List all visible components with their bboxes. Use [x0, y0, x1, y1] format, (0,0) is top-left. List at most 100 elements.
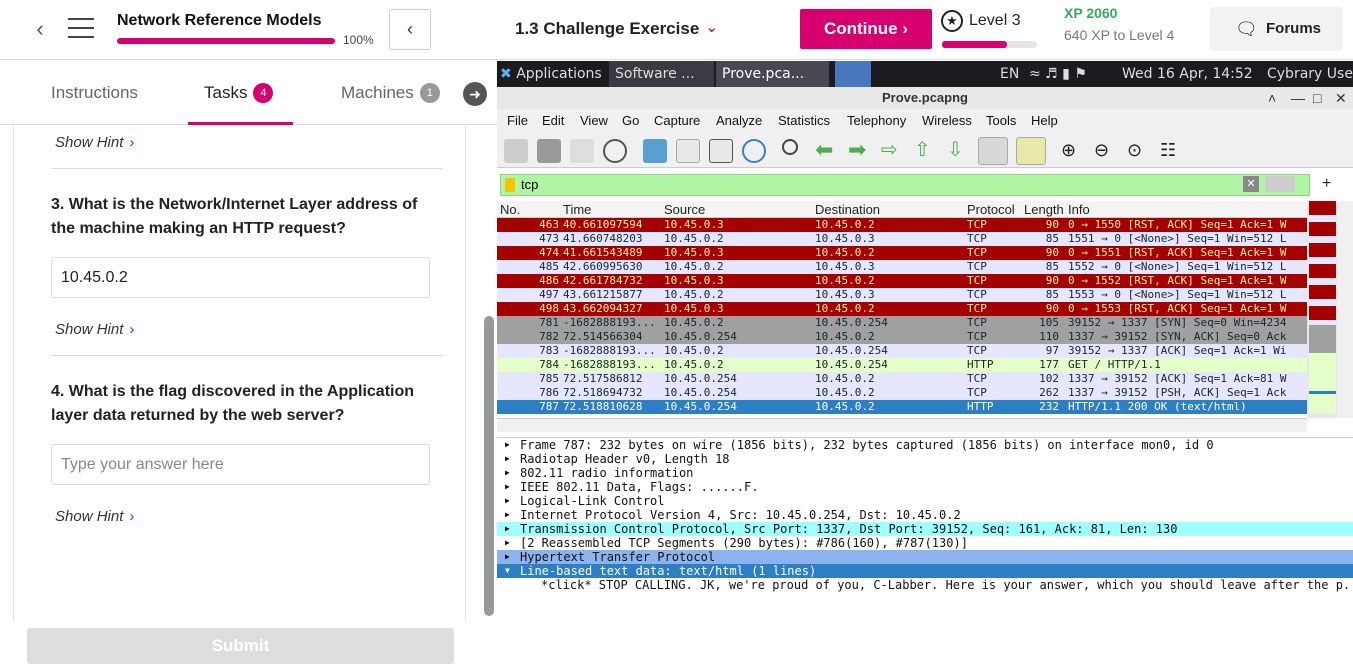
- close-icon[interactable]: ✕: [1335, 87, 1347, 109]
- stop-capture-icon[interactable]: [537, 139, 561, 163]
- collapsed-arrow-icon[interactable]: ▶: [505, 550, 510, 564]
- tab-instructions[interactable]: Instructions: [51, 61, 138, 125]
- minimize-icon[interactable]: —: [1291, 87, 1305, 109]
- go-back-icon[interactable]: ⬅: [815, 139, 839, 163]
- packet-row[interactable]: 463 40.661097594 10.45.0.3 10.45.0.2 TCP 90 0 …: [497, 218, 1337, 232]
- detail-row[interactable]: ▶ 802.11 radio information: [497, 466, 1353, 480]
- go-to-packet-icon[interactable]: ⇨: [881, 139, 905, 163]
- apply-filter-icon[interactable]: [1265, 176, 1295, 192]
- menu-edit[interactable]: Edit: [542, 113, 564, 128]
- start-capture-icon[interactable]: [504, 139, 528, 163]
- tray-icons[interactable]: ≈ ♬ ▮ ⚑: [1029, 61, 1109, 87]
- packet-row[interactable]: 474 41.661543489 10.45.0.3 10.45.0.2 TCP 90 0 …: [497, 246, 1337, 260]
- packet-list-hscroll[interactable]: [497, 418, 1307, 432]
- taskbar-wireshark[interactable]: Prove.pca...: [716, 61, 829, 87]
- packet-row[interactable]: 787 72.518810628 10.45.0.254 10.45.0.2 HTTP 2…: [497, 400, 1337, 414]
- continue-button[interactable]: Continue ›: [800, 9, 932, 49]
- show-hint-link[interactable]: Show Hint ›: [55, 508, 134, 525]
- add-filter-button-icon[interactable]: +: [1322, 175, 1331, 193]
- packet-row[interactable]: 485 42.660995630 10.45.0.2 10.45.0.3 TCP 85 15…: [497, 260, 1337, 274]
- expanded-arrow-icon[interactable]: ▼: [505, 564, 510, 578]
- zoom-out-icon[interactable]: ⊖: [1094, 139, 1118, 163]
- menu-capture[interactable]: Capture: [654, 113, 700, 128]
- wireshark-launcher-icon[interactable]: [835, 61, 871, 87]
- save-file-icon[interactable]: [676, 139, 700, 163]
- detail-row[interactable]: ▼ Line-based text data: text/html (1 line…: [497, 564, 1353, 578]
- close-file-icon[interactable]: [709, 139, 733, 163]
- hamburger-menu-icon[interactable]: [68, 18, 94, 38]
- detail-row[interactable]: ▶ IEEE 802.11 Data, Flags: ......F.: [497, 480, 1353, 494]
- scrollbar[interactable]: [484, 316, 494, 616]
- show-hint-link[interactable]: Show Hint ›: [55, 134, 134, 151]
- column-length[interactable]: Length: [1024, 202, 1064, 217]
- exercise-title[interactable]: 1.3 Challenge Exercise: [515, 19, 699, 39]
- first-packet-icon[interactable]: ⇧: [914, 139, 938, 163]
- detail-row[interactable]: ▶ Hypertext Transfer Protocol: [497, 550, 1353, 564]
- menu-statistics[interactable]: Statistics: [778, 113, 830, 128]
- menu-view[interactable]: View: [580, 113, 608, 128]
- packet-minimap[interactable]: [1307, 201, 1337, 418]
- packet-row[interactable]: 784 -1682888193... 10.45.0.2 10.45.0.254 HTT…: [497, 358, 1337, 372]
- keyboard-language[interactable]: EN: [1000, 61, 1019, 87]
- taskbar-software[interactable]: Software ...: [609, 61, 714, 87]
- maximize-icon[interactable]: □: [1313, 87, 1321, 109]
- menu-go[interactable]: Go: [622, 113, 639, 128]
- menu-analyze[interactable]: Analyze: [716, 113, 762, 128]
- window-titlebar[interactable]: Prove.pcapng ˄ — □ ✕: [497, 87, 1353, 109]
- back-icon[interactable]: ‹: [26, 14, 54, 44]
- collapsed-arrow-icon[interactable]: ▶: [505, 522, 510, 536]
- reload-file-icon[interactable]: [742, 139, 766, 163]
- colorize-icon[interactable]: [1016, 137, 1046, 165]
- packet-row[interactable]: 498 43.662094327 10.45.0.3 10.45.0.2 TCP 90 0 …: [497, 302, 1337, 316]
- go-forward-icon[interactable]: ➡: [848, 139, 872, 163]
- resize-columns-icon[interactable]: ☷: [1160, 139, 1184, 163]
- answer-field-4[interactable]: Type your answer here: [51, 444, 430, 485]
- submit-button[interactable]: Submit: [27, 628, 454, 664]
- detail-row[interactable]: *click* STOP CALLING. JK, we're proud of…: [497, 578, 1353, 592]
- collapsed-arrow-icon[interactable]: ▶: [505, 494, 510, 508]
- display-filter-input[interactable]: tcp ✕: [500, 174, 1310, 196]
- detail-row[interactable]: ▶ Frame 787: 232 bytes on wire (1856 bits…: [497, 438, 1353, 452]
- packet-row[interactable]: 473 41.660748203 10.45.0.2 10.45.0.3 TCP 85 15…: [497, 232, 1337, 246]
- packet-row[interactable]: 486 42.661784732 10.45.0.3 10.45.0.2 TCP 90 0 …: [497, 274, 1337, 288]
- arrow-right-icon[interactable]: ➜: [463, 82, 487, 106]
- column-time[interactable]: Time: [563, 202, 591, 217]
- packet-row[interactable]: 782 72.514566304 10.45.0.254 10.45.0.2 TCP 11…: [497, 330, 1337, 344]
- capture-options-icon[interactable]: [603, 139, 627, 163]
- bookmark-icon[interactable]: [505, 178, 515, 192]
- collapse-panel-button[interactable]: ‹: [389, 9, 431, 50]
- menu-telephony[interactable]: Telephony: [847, 113, 906, 128]
- find-packet-icon[interactable]: [782, 139, 798, 155]
- shade-icon[interactable]: ˄: [1268, 87, 1276, 109]
- collapsed-arrow-icon[interactable]: ▶: [505, 536, 510, 550]
- packet-row[interactable]: 497 43.661215877 10.45.0.2 10.45.0.3 TCP 85 15…: [497, 288, 1337, 302]
- auto-scroll-icon[interactable]: [978, 137, 1008, 165]
- packet-row[interactable]: 783 -1682888193... 10.45.0.2 10.45.0.254 TCP…: [497, 344, 1337, 358]
- show-hint-link[interactable]: Show Hint ›: [55, 321, 134, 338]
- packet-row[interactable]: 781 -1682888193... 10.45.0.2 10.45.0.254 TCP…: [497, 316, 1337, 330]
- packet-list-scrollbar[interactable]: [1337, 201, 1353, 418]
- tab-machines[interactable]: Machines 1: [341, 61, 440, 125]
- detail-row[interactable]: ▶ [2 Reassembled TCP Segments (290 bytes)…: [497, 536, 1353, 550]
- detail-row[interactable]: ▶ Logical-Link Control: [497, 494, 1353, 508]
- column-source[interactable]: Source: [664, 202, 705, 217]
- column-info[interactable]: Info: [1068, 202, 1090, 217]
- last-packet-icon[interactable]: ⇩: [947, 139, 971, 163]
- clear-filter-icon[interactable]: ✕: [1243, 176, 1259, 192]
- user-menu[interactable]: Cybrary User: [1267, 61, 1353, 87]
- restart-capture-icon[interactable]: [570, 139, 594, 163]
- forums-button[interactable]: 🗨 Forums: [1210, 7, 1343, 51]
- detail-row[interactable]: ▶ Internet Protocol Version 4, Src: 10.45…: [497, 508, 1353, 522]
- open-file-icon[interactable]: [643, 139, 667, 163]
- detail-row[interactable]: ▶ Radiotap Header v0, Length 18: [497, 452, 1353, 466]
- menu-help[interactable]: Help: [1031, 113, 1058, 128]
- tab-tasks[interactable]: Tasks 4: [188, 61, 293, 125]
- collapsed-arrow-icon[interactable]: ▶: [505, 508, 510, 522]
- collapsed-arrow-icon[interactable]: ▶: [505, 480, 510, 494]
- collapsed-arrow-icon[interactable]: ▶: [505, 466, 510, 480]
- zoom-in-icon[interactable]: ⊕: [1061, 139, 1085, 163]
- menu-tools[interactable]: Tools: [986, 113, 1016, 128]
- applications-menu[interactable]: ✖ Applications: [500, 61, 606, 87]
- collapsed-arrow-icon[interactable]: ▶: [505, 438, 510, 452]
- normal-size-icon[interactable]: ⊙: [1127, 139, 1151, 163]
